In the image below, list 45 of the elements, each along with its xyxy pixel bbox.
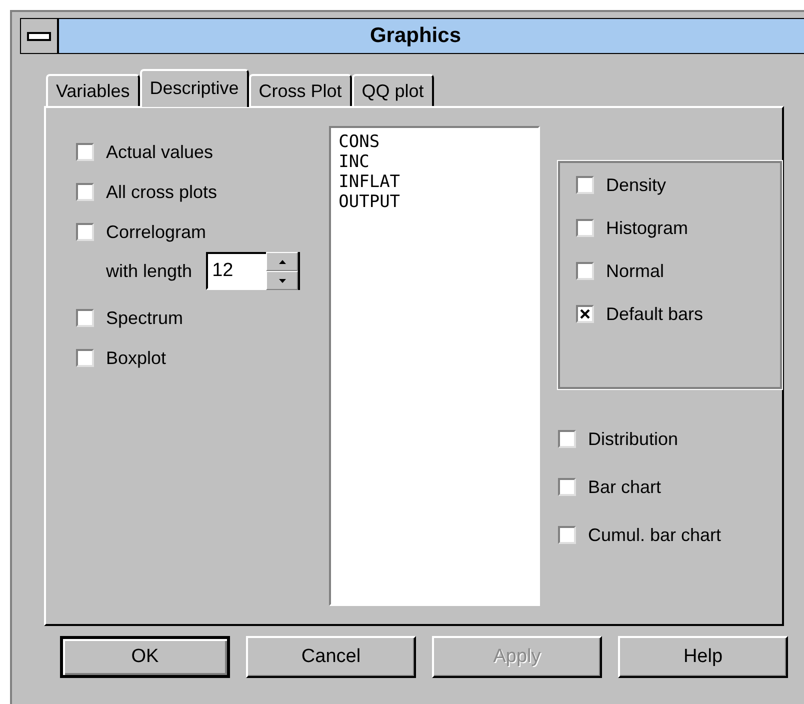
dialog-button[interactable]: Cancel — [246, 636, 416, 678]
checkbox[interactable] — [576, 176, 594, 194]
checkbox-label[interactable]: Default bars — [606, 304, 704, 324]
checkbox-label[interactable]: Cumul. bar chart — [588, 524, 722, 546]
checkbox[interactable] — [558, 478, 576, 496]
tab[interactable]: Descriptive — [140, 69, 249, 107]
number-field[interactable]: 12 — [206, 252, 266, 290]
checkbox-label[interactable]: All cross plots — [106, 182, 218, 202]
spin-up-button[interactable] — [266, 252, 298, 271]
checkbox[interactable] — [76, 309, 94, 327]
checkbox-label[interactable]: Distribution — [588, 428, 678, 450]
checkbox-label[interactable]: Actual values — [106, 142, 214, 162]
cross-mark-icon — [580, 309, 590, 319]
checkbox[interactable] — [76, 349, 94, 367]
up-arrow-icon — [278, 260, 286, 264]
list-item[interactable]: INFLAT — [338, 172, 530, 192]
checkbox-label[interactable]: Histogram — [606, 218, 688, 238]
checkbox[interactable] — [558, 526, 576, 544]
field-label: with length — [106, 260, 192, 282]
list-item[interactable]: CONS — [338, 132, 530, 152]
list-item[interactable]: INC — [338, 152, 530, 172]
tab[interactable]: Variables — [46, 74, 140, 106]
checkbox-label[interactable]: Normal — [606, 260, 664, 282]
down-arrow-icon — [278, 278, 286, 282]
dialog-button[interactable]: OK — [60, 636, 230, 678]
checkbox[interactable] — [576, 262, 594, 280]
checkbox[interactable] — [76, 143, 94, 161]
dialog-button[interactable]: Help — [618, 636, 788, 678]
spin-down-button[interactable] — [266, 271, 298, 290]
system-menu-button[interactable] — [21, 19, 59, 53]
checkbox-label[interactable]: Density — [606, 174, 666, 196]
checkbox-label[interactable]: Boxplot — [106, 348, 166, 368]
tab[interactable]: Cross Plot — [248, 74, 352, 106]
tab[interactable]: QQ plot — [352, 74, 434, 106]
checkbox[interactable] — [76, 183, 94, 201]
checkbox-label[interactable]: Correlogram — [106, 222, 206, 242]
checkbox-label[interactable]: Spectrum — [106, 308, 184, 328]
checkbox[interactable] — [576, 305, 594, 323]
checkbox-label[interactable]: Bar chart — [588, 476, 662, 498]
checkbox[interactable] — [76, 223, 94, 241]
list-item[interactable]: OUTPUT — [338, 192, 530, 212]
checkbox[interactable] — [558, 430, 576, 448]
variable-list[interactable]: CONS INC INFLAT OUTPUT — [328, 126, 540, 606]
window-title: Graphics — [368, 23, 462, 49]
checkbox[interactable] — [576, 219, 594, 237]
